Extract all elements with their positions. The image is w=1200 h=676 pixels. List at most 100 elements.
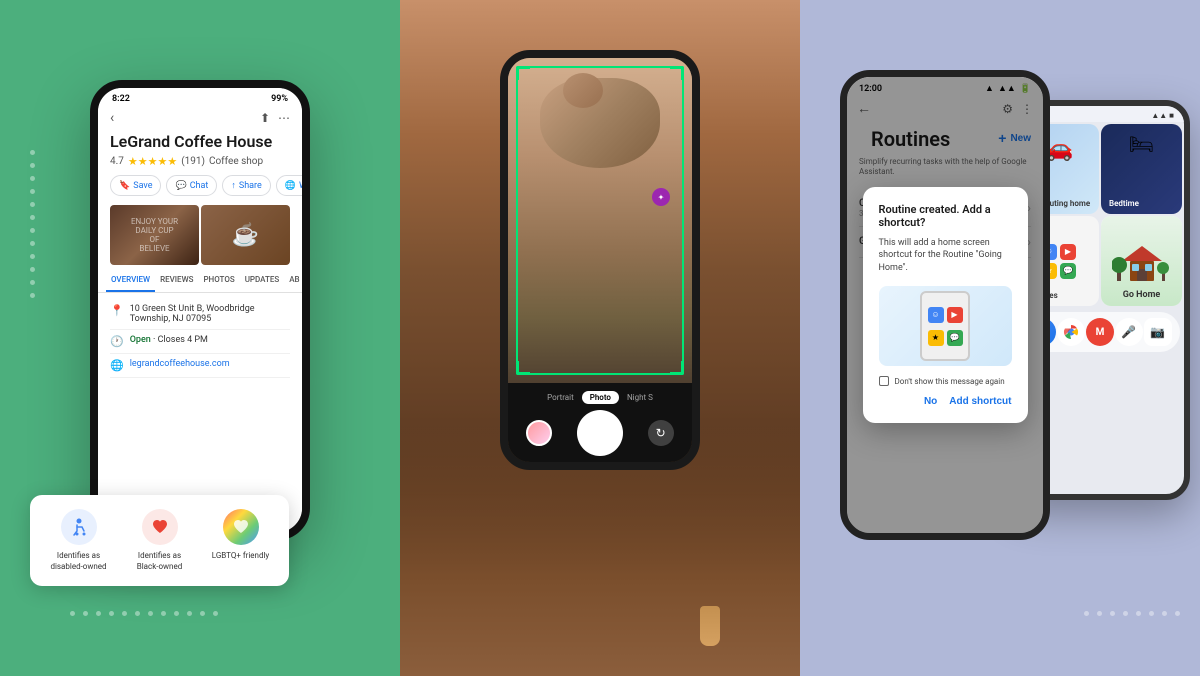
dots-decoration-right	[1084, 611, 1180, 616]
dialog-body: This will add a home screen shortcut for…	[879, 237, 1012, 275]
maps-photos: ENJOY YOURDAILY CUPOFBELIEVE ☕	[98, 201, 302, 269]
camera-phone: ✦ Portrait Photo Night S	[500, 50, 700, 470]
badge-black-label: Identifies as Black-owned	[127, 551, 192, 572]
ai-indicator: ✦	[652, 188, 670, 206]
bedtime-label: Bedtime	[1109, 199, 1139, 208]
business-name: LeGrand Coffee House	[98, 130, 302, 153]
badge-lgbtq: LGBTQ+ friendly	[208, 509, 273, 572]
house-svg	[1112, 231, 1172, 291]
flip-camera-button[interactable]: ↻	[648, 420, 674, 446]
no-button[interactable]: No	[924, 396, 937, 407]
tab-reviews[interactable]: REVIEWS	[155, 269, 198, 292]
go-home-label: Go Home	[1123, 290, 1161, 300]
corner-tr	[670, 66, 684, 80]
camera-viewfinder: ✦	[508, 58, 692, 383]
website-row: 🌐 legrandcoffeehouse.com	[110, 354, 290, 378]
illus-icon-1: ☺	[928, 307, 944, 323]
tab-overview[interactable]: OVERVIEW	[106, 269, 155, 292]
photo-mode[interactable]: Photo	[582, 391, 619, 404]
go-home-cell[interactable]: Go Home	[1101, 216, 1182, 306]
heart-filled-icon	[150, 517, 170, 537]
maps-status-bar: 8:22 99%	[98, 88, 302, 106]
rating-value: 4.7	[110, 156, 124, 167]
back-icon[interactable]: ‹	[110, 110, 114, 126]
wheelchair-icon	[69, 517, 89, 537]
tab-ab[interactable]: AB	[284, 269, 302, 292]
bedtime-cell[interactable]: 🛏 Bedtime	[1101, 124, 1182, 214]
dots-decoration-left-h	[70, 611, 218, 616]
corner-bl	[516, 361, 530, 375]
badge-lgbtq-label: LGBTQ+ friendly	[212, 551, 269, 561]
assistant-icon: 🎤	[1121, 325, 1136, 339]
phone-illustration: ☺ ▶ ★ 💬	[920, 291, 970, 361]
rating-count: (191)	[181, 156, 205, 167]
maps-battery: 99%	[271, 94, 288, 104]
scan-frame	[516, 66, 684, 375]
location-icon: 📍	[110, 304, 124, 317]
badge-disabled-owned: Identifies as disabled-owned	[46, 509, 111, 572]
disabled-icon	[61, 509, 97, 545]
rainbow-heart-icon	[231, 517, 251, 537]
add-shortcut-dialog: Routine created. Add a shortcut? This wi…	[863, 187, 1028, 424]
hours-text: Open · Closes 4 PM	[130, 335, 208, 345]
shutter-row: ↻	[514, 410, 686, 456]
flip-icon: ↻	[656, 426, 666, 440]
maps-phone: 8:22 99% ‹ ⬆ ⋯ LeGrand Coffee House 4.7 …	[90, 80, 310, 540]
dialog-actions: No Add shortcut	[879, 396, 1012, 407]
maps-back-bar: ‹ ⬆ ⋯	[98, 106, 302, 130]
illus-top-row: ☺ ▶	[928, 307, 963, 323]
badge-disabled-label: Identifies as disabled-owned	[46, 551, 111, 572]
web-icon: 🌐	[110, 359, 124, 372]
heart-icon	[142, 509, 178, 545]
chrome-dock-icon[interactable]	[1057, 318, 1085, 346]
address-row: 📍 10 Green St Unit B, Woodbridge Townshi…	[110, 299, 290, 330]
hours-row: 🕐 Open · Closes 4 PM	[110, 330, 290, 354]
share-icon[interactable]: ⬆	[260, 111, 270, 125]
gmail-dock-icon[interactable]: M	[1086, 318, 1114, 346]
fingernail-detail	[700, 606, 720, 646]
assistant-dock-icon[interactable]: 🎤	[1115, 318, 1143, 346]
tab-photos[interactable]: PHOTOS	[198, 269, 239, 292]
routines-icon-4: 💬	[1060, 263, 1076, 279]
maps-screen: 8:22 99% ‹ ⬆ ⋯ LeGrand Coffee House 4.7 …	[98, 88, 302, 532]
maps-time: 8:22	[112, 94, 130, 104]
save-button[interactable]: 🔖 Save	[110, 175, 161, 196]
middle-panel: ✦ Portrait Photo Night S	[400, 0, 800, 676]
illus-icon-2: ▶	[947, 307, 963, 323]
right-panel: 12:00 ▲▲ ■ 🚗 Commuting home 🛏	[800, 0, 1200, 676]
left-panel: 8:22 99% ‹ ⬆ ⋯ LeGrand Coffee House 4.7 …	[0, 0, 400, 676]
dots-decoration-left-v	[30, 150, 35, 298]
camera-modes: Portrait Photo Night S	[514, 391, 686, 404]
illus-icon-4: 💬	[947, 330, 963, 346]
badge-card: Identifies as disabled-owned Identifies …	[30, 495, 289, 586]
more-icon[interactable]: ⋯	[278, 111, 290, 125]
dialog-illustration: ☺ ▶ ★ 💬	[879, 286, 1012, 366]
tab-updates[interactable]: UPDATES	[240, 269, 285, 292]
camera-container: ✦ Portrait Photo Night S	[400, 0, 800, 676]
shutter-button[interactable]	[577, 410, 623, 456]
dialog-overlay: Routine created. Add a shortcut? This wi…	[847, 77, 1043, 533]
corner-br	[670, 361, 684, 375]
camera-lens-icon: 📷	[1150, 325, 1165, 339]
globe-icon: 🌐	[285, 181, 296, 191]
badge-black-owned: Identifies as Black-owned	[127, 509, 192, 572]
share-button[interactable]: ↑ Share	[222, 175, 270, 196]
gallery-thumbnail[interactable]	[526, 420, 552, 446]
website-text: legrandcoffeehouse.com	[130, 359, 230, 369]
portrait-mode[interactable]: Portrait	[547, 393, 574, 402]
dont-show-checkbox[interactable]	[879, 376, 889, 386]
website-button[interactable]: 🌐 Website	[276, 175, 302, 196]
bookmark-icon: 🔖	[119, 181, 130, 191]
routines-icon-2: ▶	[1060, 244, 1076, 260]
lens-dock-icon[interactable]: 📷	[1144, 318, 1172, 346]
camera-screen: ✦ Portrait Photo Night S	[508, 58, 692, 462]
chat-icon: 💬	[175, 181, 186, 191]
illus-icon-3: ★	[928, 330, 944, 346]
add-shortcut-button[interactable]: Add shortcut	[949, 396, 1011, 407]
stars: ★★★★★	[128, 155, 177, 168]
chat-button[interactable]: 💬 Chat	[166, 175, 217, 196]
photo-2: ☕	[201, 205, 290, 265]
night-mode[interactable]: Night S	[627, 393, 653, 402]
illus-bottom-row: ★ 💬	[928, 330, 963, 346]
bedtime-icon: 🛏	[1101, 124, 1182, 156]
